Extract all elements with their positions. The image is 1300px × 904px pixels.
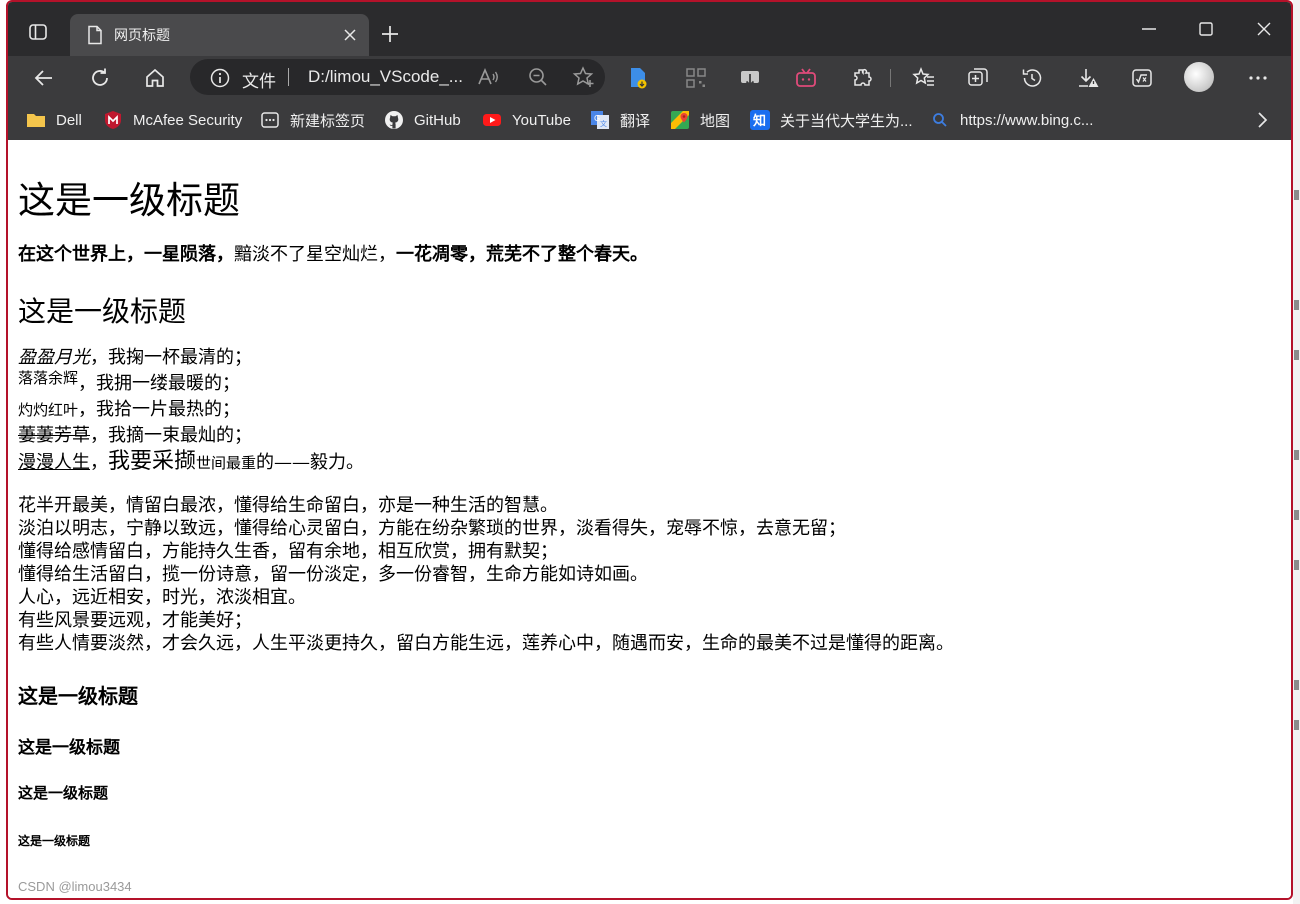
youtube-icon	[483, 114, 501, 126]
workspaces-icon[interactable]	[28, 22, 48, 42]
heading-h6: 这是一级标题	[18, 834, 91, 848]
bookmark-maps[interactable]: 地图	[670, 108, 730, 132]
essay-line: 有些风景要远观，才能美好；	[18, 610, 252, 631]
intro-bold-1: 在这个世界上，一星陨落，	[18, 244, 234, 265]
favorites-icon[interactable]	[912, 66, 936, 90]
essay-line: 懂得给生活留白，揽一份诗意，留一份淡定，多一份睿智，生命方能如诗如画。	[18, 564, 648, 585]
collections-icon[interactable]	[966, 66, 990, 90]
desktop-background	[1293, 0, 1300, 904]
minimize-icon[interactable]	[1136, 16, 1162, 42]
back-icon[interactable]	[32, 66, 56, 90]
heading-h2: 这是一级标题	[18, 295, 187, 328]
poem-text: ，我拥一缕最暖的；	[78, 373, 241, 394]
poem-text: ，我拾一片最热的；	[78, 399, 241, 420]
extension-doc-icon[interactable]	[626, 66, 650, 90]
github-icon	[385, 111, 403, 129]
new-tab-page-icon	[261, 112, 279, 128]
browser-window: 网页标题 文件 D:/limou_VScode_... Dell McAfee …	[6, 0, 1293, 900]
downloads-icon[interactable]	[1076, 66, 1100, 90]
poem-line-4: 萋萋芳草，我摘一束最灿的；	[18, 423, 364, 449]
tab-active[interactable]: 网页标题	[70, 14, 369, 56]
bookmark-translate[interactable]: G 文 翻译	[590, 108, 650, 132]
essay-paragraph: 花半开最美，情留白最浓，懂得给生命留白，亦是一种生活的智慧。 淡泊以明志，宁静以…	[18, 494, 954, 655]
page-icon	[88, 25, 102, 45]
bookmark-youtube[interactable]: YouTube	[482, 108, 571, 132]
bookmark-dell[interactable]: Dell	[26, 108, 82, 132]
address-separator	[288, 68, 289, 86]
watermark: CSDN @limou3434	[18, 879, 132, 894]
bookmark-new-tab-page[interactable]: 新建标签页	[260, 108, 365, 132]
history-icon[interactable]	[1020, 66, 1044, 90]
address-bar[interactable]: 文件 D:/limou_VScode_...	[190, 59, 605, 95]
svg-text:知: 知	[753, 113, 766, 129]
heading-h1: 这是一级标题	[18, 179, 240, 222]
chevron-right-icon[interactable]	[1253, 110, 1271, 130]
mcafee-icon	[105, 111, 121, 129]
poem-text: ，	[90, 452, 108, 473]
poem-text: ，我摘一束最灿的；	[90, 425, 252, 446]
poem-underline-text: 漫漫人生	[18, 452, 90, 473]
favorites-bar: Dell McAfee Security 新建标签页 GitHub YouTub…	[8, 100, 1291, 140]
poem-line-2: 落落余辉，我拥一缕最暖的；	[18, 369, 364, 397]
zoom-out-icon[interactable]	[526, 65, 550, 89]
essay-line: 有些人情要淡然，才会久远，人生平淡更持久，留白方能生远，莲养心中，随遇而安，生命…	[18, 633, 954, 654]
title-bar: 网页标题	[8, 2, 1291, 56]
bookmark-zhihu[interactable]: 知 关于当代大学生为...	[750, 108, 913, 132]
essay-line: 花半开最美，情留白最浓，懂得给生命留白，亦是一种生活的智慧。	[18, 495, 558, 516]
toolbar-divider	[890, 69, 891, 87]
profile-avatar[interactable]	[1184, 62, 1214, 92]
extension-download-icon[interactable]	[738, 66, 762, 90]
extension-tv-icon[interactable]	[794, 66, 818, 90]
address-url[interactable]: D:/limou_VScode_...	[308, 67, 463, 87]
new-tab-icon[interactable]	[380, 24, 400, 44]
address-scheme: 文件	[242, 72, 276, 91]
poem-line-5: 漫漫人生，我要采撷世间最重的——毅力。	[18, 449, 364, 476]
qr-code-icon[interactable]	[684, 66, 708, 90]
intro-bold-2: 一花凋零，荒芜不了整个春天。	[396, 244, 648, 265]
math-solver-icon[interactable]	[1130, 66, 1154, 90]
close-tab-icon[interactable]	[342, 27, 358, 43]
poem-block: 盈盈月光，我掬一杯最清的； 落落余辉，我拥一缕最暖的； 灼灼红叶，我拾一片最热的…	[18, 345, 364, 476]
poem-text: ，我掬一杯最清的；	[90, 347, 252, 368]
poem-text: 的——毅力。	[256, 452, 365, 473]
essay-line: 懂得给感情留白，方能持久生香，留有余地，相互欣赏，拥有默契；	[18, 541, 558, 562]
essay-line: 人心，远近相安，时光，浓淡相宜。	[18, 587, 306, 608]
heading-h4: 这是一级标题	[18, 738, 120, 758]
page-content: 这是一级标题 在这个世界上，一星陨落，黯淡不了星空灿烂，一花凋零，荒芜不了整个春…	[8, 140, 1291, 898]
poem-line-1: 盈盈月光，我掬一杯最清的；	[18, 345, 364, 371]
read-aloud-icon[interactable]	[476, 65, 500, 89]
folder-icon	[27, 114, 45, 127]
poem-italic-text: 盈盈月光	[18, 347, 90, 368]
poem-sans-text: 世间最重	[196, 454, 257, 472]
poem-small-text: 落落余辉	[18, 369, 79, 387]
refresh-icon[interactable]	[88, 66, 112, 90]
maximize-icon[interactable]	[1193, 16, 1219, 42]
translate-icon: G 文	[591, 111, 609, 129]
poem-big-text: 我要采撷	[108, 449, 197, 474]
close-window-icon[interactable]	[1251, 16, 1277, 42]
essay-line: 淡泊以明志，宁静以致远，懂得给心灵留白，方能在纷杂繁琐的世界，淡看得失，宠辱不惊…	[18, 518, 846, 539]
tab-title: 网页标题	[114, 27, 170, 43]
zhihu-icon: 知	[750, 110, 770, 130]
intro-paragraph: 在这个世界上，一星陨落，黯淡不了星空灿烂，一花凋零，荒芜不了整个春天。	[18, 240, 648, 266]
home-icon[interactable]	[143, 66, 167, 90]
bookmark-bing[interactable]: https://www.bing.c...	[930, 108, 1093, 132]
poem-small-text: 灼灼红叶	[18, 401, 79, 419]
bookmark-github[interactable]: GitHub	[384, 108, 461, 132]
extensions-icon[interactable]	[850, 66, 874, 90]
poem-line-3: 灼灼红叶，我拾一片最热的；	[18, 397, 364, 423]
bookmark-mcafee[interactable]: McAfee Security	[103, 108, 242, 132]
toolbar: 文件 D:/limou_VScode_...	[8, 56, 1291, 100]
info-icon[interactable]	[210, 68, 230, 88]
add-favorite-icon[interactable]	[572, 65, 596, 89]
heading-h5: 这是一级标题	[18, 784, 109, 802]
more-options-icon[interactable]	[1246, 66, 1270, 90]
svg-text:文: 文	[600, 119, 607, 128]
search-icon	[933, 113, 947, 127]
intro-plain: 黯淡不了星空灿烂，	[234, 244, 396, 265]
poem-strike-text: 萋萋芳草	[18, 425, 90, 446]
heading-h3: 这是一级标题	[18, 684, 138, 708]
maps-icon	[671, 111, 689, 129]
